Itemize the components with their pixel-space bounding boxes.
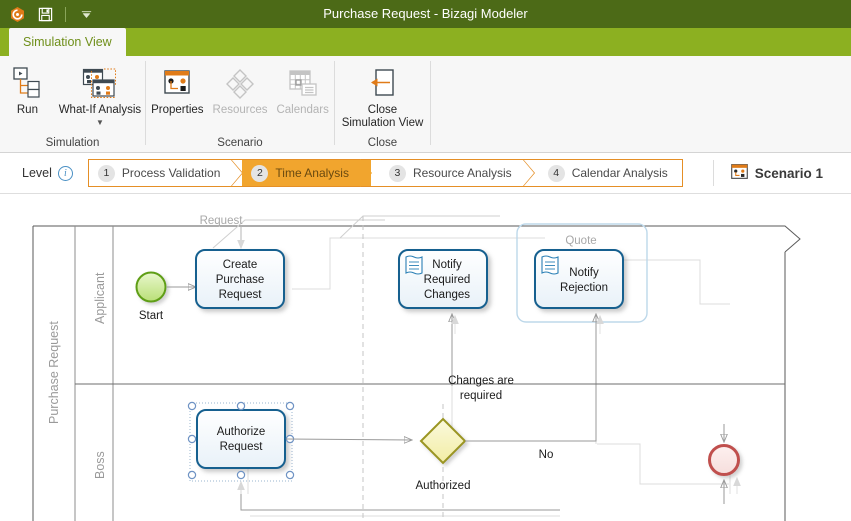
- calendars-button[interactable]: Calendars: [271, 56, 334, 117]
- step-process-validation[interactable]: 1 Process Validation: [89, 159, 244, 187]
- level-bar: Level i 1 Process Validation 2 Time Anal…: [0, 153, 851, 194]
- run-icon: [9, 62, 45, 104]
- ribbon-group-close: Close Simulation View Close: [335, 56, 430, 152]
- window-title: Purchase Request - Bizagi Modeler: [323, 6, 528, 21]
- svg-text:Rejection: Rejection: [560, 282, 608, 294]
- ribbon-group-scenario: Properties Resources Calendars Scenario: [146, 56, 334, 152]
- step-chevron-inner: [522, 160, 534, 186]
- svg-text:Create: Create: [223, 259, 258, 271]
- diagram-canvas[interactable]: Purchase Request Applicant Boss Request: [0, 194, 851, 521]
- ribbon-group-label-scenario: Scenario: [217, 137, 263, 149]
- return-flows: [240, 483, 560, 511]
- task-notify-rejection[interactable]: Notify Rejection: [534, 249, 624, 309]
- step-chevron: [359, 159, 372, 187]
- svg-text:Request: Request: [220, 441, 264, 453]
- level-divider: [712, 160, 714, 186]
- resources-icon: [224, 62, 256, 104]
- calendars-label: Calendars: [276, 104, 329, 116]
- pool-label: Purchase Request: [47, 321, 61, 424]
- properties-icon: [161, 62, 193, 104]
- step-number: 1: [97, 164, 115, 182]
- step-label: Resource Analysis: [412, 166, 512, 180]
- scenario-icon: [730, 164, 748, 182]
- customize-qat-icon[interactable]: [75, 3, 97, 25]
- svg-text:Request: Request: [219, 289, 263, 301]
- svg-text:Authorize: Authorize: [217, 426, 266, 438]
- step-label: Calendar Analysis: [571, 166, 668, 180]
- task-create-purchase-request[interactable]: Create Purchase Request: [195, 249, 285, 309]
- qat-separator: [65, 6, 66, 22]
- step-calendar-analysis[interactable]: 4 Calendar Analysis: [534, 160, 682, 186]
- task-authorize-request[interactable]: Authorize Request: [187, 401, 295, 482]
- script-task-icon: [541, 255, 559, 275]
- svg-text:Required: Required: [424, 274, 471, 286]
- ribbon-tab-strip: Simulation View: [0, 28, 851, 56]
- level-steps: 1 Process Validation 2 Time Analysis 3 R…: [87, 159, 683, 187]
- what-if-analysis-icon: [80, 62, 120, 104]
- step-number: 2: [251, 164, 269, 182]
- chevron-down-icon[interactable]: ▼: [96, 119, 104, 127]
- step-number: 4: [547, 164, 565, 182]
- svg-text:Notify: Notify: [569, 267, 599, 279]
- title-bar: Purchase Request - Bizagi Modeler: [0, 0, 851, 28]
- close-simulation-view-label-line2: Simulation View: [341, 117, 424, 129]
- close-simulation-view-button[interactable]: Close Simulation View: [337, 56, 429, 130]
- flow-label-changes-1: Changes are: [448, 375, 514, 387]
- ribbon-group-label-simulation: Simulation: [45, 137, 100, 149]
- app-logo-icon[interactable]: [6, 3, 28, 25]
- step-resource-analysis[interactable]: 3 Resource Analysis: [371, 159, 535, 187]
- scenario-label: Scenario 1: [754, 165, 824, 181]
- ribbon-group-simulation: Run What-If Analysis ▼ Simulation: [0, 56, 145, 152]
- quick-access-toolbar: [0, 3, 97, 25]
- info-icon[interactable]: i: [57, 165, 73, 181]
- svg-text:Purchase: Purchase: [216, 274, 265, 286]
- level-label: Level: [22, 166, 52, 180]
- group-label-request: Request: [200, 215, 244, 227]
- step-time-analysis[interactable]: 2 Time Analysis: [242, 159, 372, 187]
- flow-label-changes-2: required: [460, 390, 502, 402]
- what-if-analysis-button[interactable]: What-If Analysis ▼: [55, 56, 145, 127]
- group-label-quote: Quote: [565, 235, 596, 247]
- ribbon-separator-3: [430, 61, 431, 145]
- step-number: 3: [388, 164, 406, 182]
- step-chevron-inner: [231, 160, 243, 186]
- run-label: Run: [16, 104, 38, 116]
- task-notify-required-changes[interactable]: Notify Required Changes: [398, 249, 488, 309]
- gateway-label-authorized: Authorized: [416, 480, 471, 492]
- calendars-icon: [287, 62, 319, 104]
- flow-authorize-to-gateway: [285, 439, 412, 440]
- step-label: Process Validation: [121, 166, 221, 180]
- svg-text:Changes: Changes: [424, 289, 470, 301]
- close-simulation-view-label-line1: Close: [367, 104, 398, 116]
- save-icon[interactable]: [34, 3, 56, 25]
- ribbon-group-label-close: Close: [367, 137, 398, 149]
- properties-button[interactable]: Properties: [146, 56, 209, 117]
- flow-label-no: No: [539, 449, 554, 461]
- properties-label: Properties: [151, 104, 204, 116]
- event-end[interactable]: [708, 424, 740, 504]
- group-bracket-2: [339, 215, 500, 239]
- lane-boss[interactable]: Boss: [93, 384, 114, 521]
- resources-label: Resources: [212, 104, 268, 116]
- lane-label-boss: Boss: [93, 451, 107, 479]
- gateway-authorized[interactable]: Authorized: [416, 417, 471, 492]
- lane-label-applicant: Applicant: [93, 272, 107, 324]
- run-button[interactable]: Run: [0, 56, 55, 117]
- what-if-analysis-label: What-If Analysis: [58, 104, 142, 116]
- ribbon: Run What-If Analysis ▼ Simulation Proper…: [0, 56, 851, 153]
- step-label: Time Analysis: [275, 166, 349, 180]
- tab-simulation-view[interactable]: Simulation View: [9, 28, 126, 56]
- scenario-indicator[interactable]: Scenario 1: [730, 164, 824, 182]
- script-task-icon: [405, 255, 423, 275]
- resources-button[interactable]: Resources: [209, 56, 272, 117]
- event-start-label: Start: [139, 310, 164, 322]
- svg-text:Notify: Notify: [432, 259, 462, 271]
- close-simulation-view-icon: [368, 62, 398, 104]
